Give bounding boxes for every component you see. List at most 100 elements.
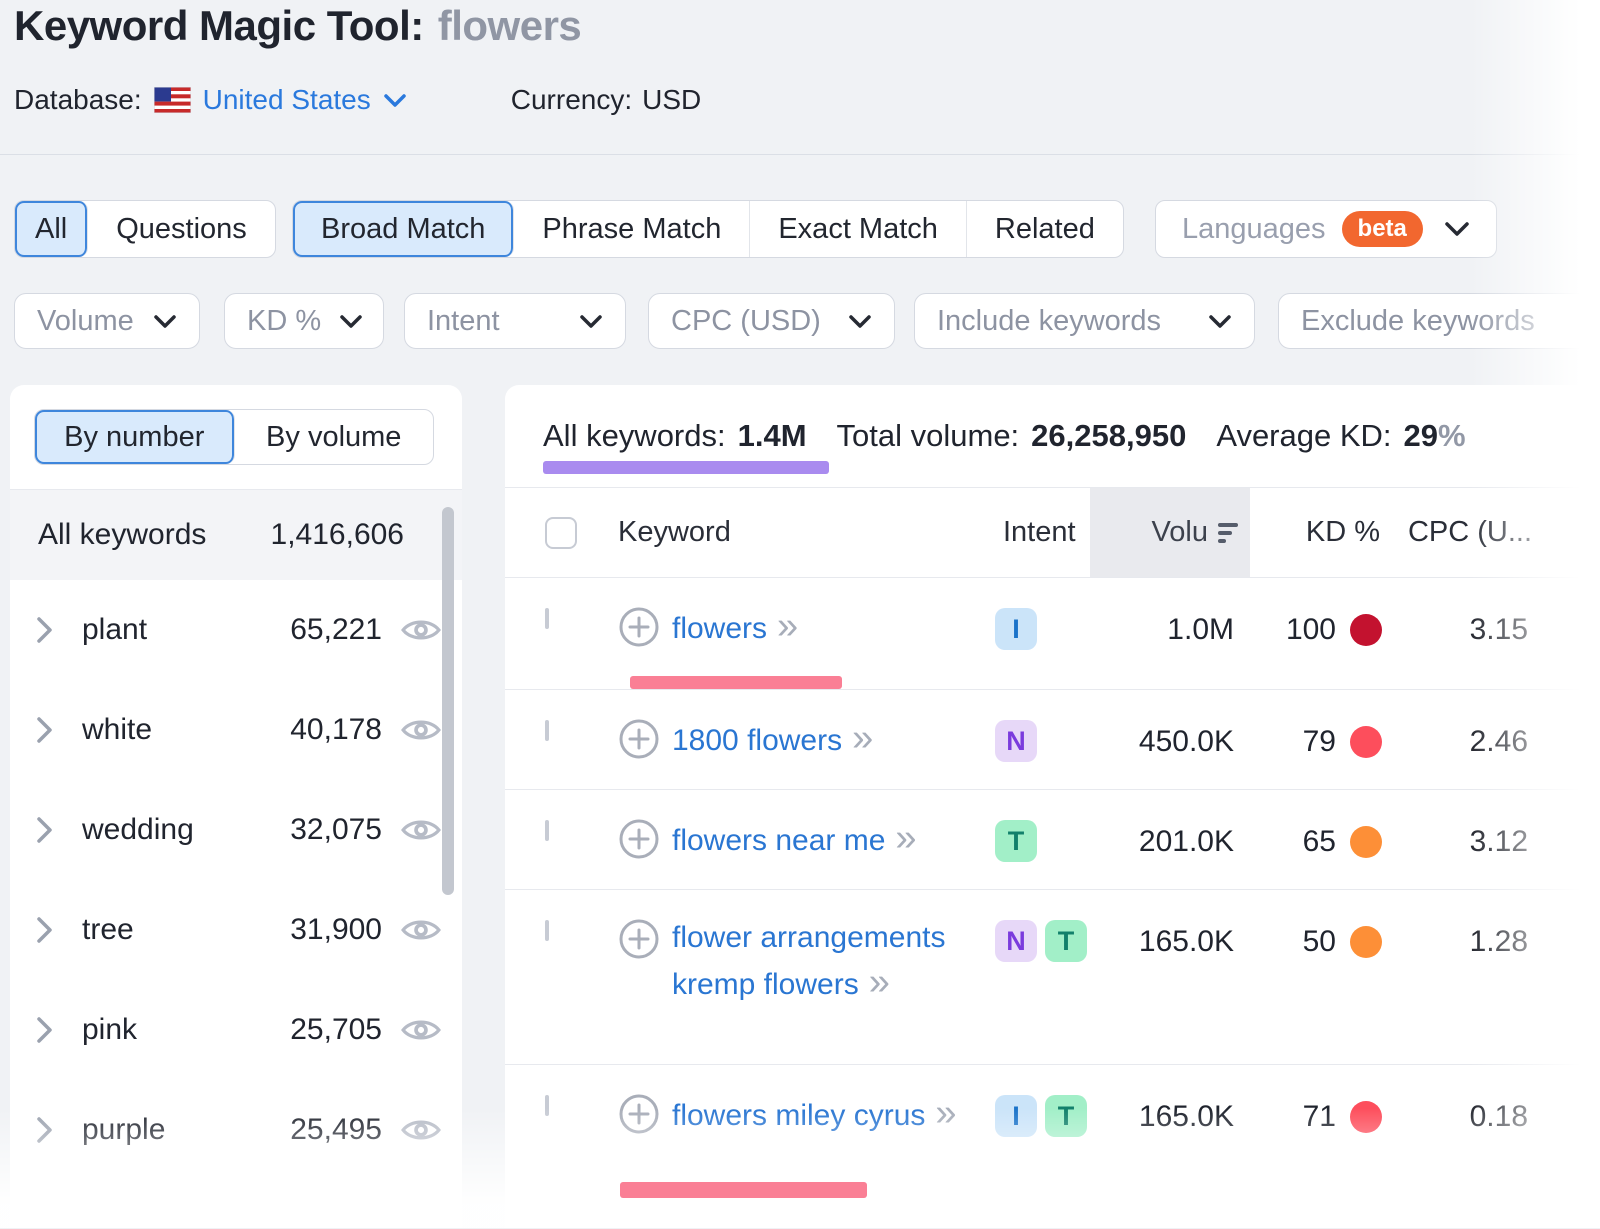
eye-icon[interactable] bbox=[400, 1015, 442, 1045]
column-header-kd[interactable]: KD % bbox=[1250, 488, 1390, 577]
chevron-down-icon bbox=[1208, 314, 1232, 329]
eye-icon[interactable] bbox=[400, 815, 442, 845]
chevron-right-icon[interactable] bbox=[36, 616, 56, 644]
intent-badge: N bbox=[995, 920, 1037, 962]
tab-questions[interactable]: Questions bbox=[88, 201, 275, 257]
sidebar-scrollbar-thumb[interactable] bbox=[442, 507, 454, 895]
tab-by-number[interactable]: By number bbox=[35, 410, 235, 464]
currency-label: Currency: bbox=[511, 84, 632, 116]
filter-exclude-keywords[interactable]: Exclude keywords bbox=[1278, 293, 1600, 349]
filter-exclude-label: Exclude keywords bbox=[1301, 305, 1535, 338]
row-checkbox[interactable] bbox=[545, 920, 549, 941]
languages-dropdown[interactable]: Languages beta bbox=[1155, 200, 1497, 258]
intent-badge: T bbox=[1045, 1095, 1087, 1137]
keyword-link[interactable]: flowers near me bbox=[672, 824, 885, 857]
open-keyword-icon[interactable]: » bbox=[869, 961, 888, 1003]
chevron-down-icon bbox=[1444, 221, 1470, 237]
filter-cpc[interactable]: CPC (USD) bbox=[648, 293, 895, 349]
column-header-keyword[interactable]: Keyword bbox=[618, 488, 965, 577]
keyword-link[interactable]: 1800 flowers bbox=[672, 724, 842, 757]
chevron-right-icon[interactable] bbox=[36, 716, 56, 744]
add-keyword-icon[interactable] bbox=[618, 818, 660, 863]
sidebar-item-plant[interactable]: plant 65,221 bbox=[10, 580, 462, 680]
group-count: 25,495 bbox=[290, 1113, 382, 1147]
database-selector[interactable]: United States bbox=[154, 84, 407, 116]
sidebar-item-wedding[interactable]: wedding 32,075 bbox=[10, 780, 462, 880]
column-header-kd-label: KD % bbox=[1306, 516, 1380, 549]
beta-badge: beta bbox=[1342, 211, 1423, 247]
filter-volume[interactable]: Volume bbox=[14, 293, 200, 349]
cpc-value: 2.46 bbox=[1390, 690, 1548, 764]
summary-all-keywords: All keywords: 1.4M bbox=[543, 418, 807, 454]
keyword-link[interactable]: flower arrangements kremp flowers bbox=[672, 921, 945, 1001]
open-keyword-icon[interactable]: » bbox=[935, 1092, 954, 1134]
column-header-intent[interactable]: Intent bbox=[965, 488, 1090, 577]
tab-by-volume[interactable]: By volume bbox=[235, 410, 434, 464]
kd-level-dot bbox=[1350, 926, 1382, 958]
add-keyword-icon[interactable] bbox=[618, 606, 660, 651]
sidebar-item-white[interactable]: white 40,178 bbox=[10, 680, 462, 780]
open-keyword-icon[interactable]: » bbox=[777, 605, 796, 647]
eye-icon[interactable] bbox=[400, 715, 442, 745]
tab-related[interactable]: Related bbox=[967, 201, 1123, 257]
chevron-right-icon[interactable] bbox=[36, 916, 56, 944]
intent-badge: N bbox=[995, 720, 1037, 762]
tab-exact-match[interactable]: Exact Match bbox=[750, 201, 967, 257]
filter-kd-label: KD % bbox=[247, 305, 321, 338]
cpc-value: 0.18 bbox=[1390, 1065, 1548, 1139]
filter-intent[interactable]: Intent bbox=[404, 293, 626, 349]
row-checkbox[interactable] bbox=[545, 820, 549, 841]
sidebar-item-all-keywords[interactable]: All keywords 1,416,606 bbox=[10, 490, 462, 580]
filter-include-keywords[interactable]: Include keywords bbox=[914, 293, 1255, 349]
keyword-highlight-underline bbox=[630, 676, 842, 689]
keyword-link[interactable]: flowers miley cyrus bbox=[672, 1099, 925, 1132]
row-checkbox[interactable] bbox=[545, 1095, 549, 1116]
kd-value: 71 bbox=[1303, 1095, 1336, 1139]
add-keyword-icon[interactable] bbox=[618, 918, 660, 1007]
chevron-down-icon bbox=[153, 314, 177, 329]
database-row: Database: United States Currency: USD bbox=[14, 84, 701, 116]
table-row: 1800 flowers » N 450.0K 79 2.46 bbox=[505, 689, 1600, 789]
column-header-volume-label: Volu bbox=[1152, 516, 1208, 549]
sidebar-item-pink[interactable]: pink 25,705 bbox=[10, 980, 462, 1080]
add-keyword-icon[interactable] bbox=[618, 718, 660, 763]
row-checkbox[interactable] bbox=[545, 720, 549, 741]
eye-icon[interactable] bbox=[400, 915, 442, 945]
column-header-volume[interactable]: Volu bbox=[1090, 488, 1250, 577]
cpc-value: 3.15 bbox=[1390, 578, 1548, 652]
row-checkbox[interactable] bbox=[545, 608, 549, 629]
sidebar-item-purple[interactable]: purple 25,495 bbox=[10, 1080, 462, 1180]
select-all-checkbox[interactable] bbox=[545, 517, 577, 549]
tab-phrase-match[interactable]: Phrase Match bbox=[514, 201, 750, 257]
kd-level-dot bbox=[1350, 726, 1382, 758]
table-row: flowers miley cyrus» I T 165.0K 71 0.18 bbox=[505, 1064, 1600, 1229]
tab-broad-match[interactable]: Broad Match bbox=[293, 201, 514, 257]
all-keywords-highlight-underline bbox=[543, 461, 829, 474]
open-keyword-icon[interactable]: » bbox=[852, 717, 871, 759]
volume-value: 450.0K bbox=[1090, 690, 1250, 764]
table-row: flower arrangements kremp flowers» N T 1… bbox=[505, 889, 1600, 1064]
chevron-right-icon[interactable] bbox=[36, 816, 56, 844]
eye-icon[interactable] bbox=[400, 615, 442, 645]
cpc-value: 3.12 bbox=[1390, 790, 1548, 864]
filter-include-label: Include keywords bbox=[937, 305, 1161, 338]
open-keyword-icon[interactable]: » bbox=[895, 817, 914, 859]
header-divider bbox=[0, 154, 1600, 155]
kd-value: 79 bbox=[1303, 720, 1336, 764]
sidebar-item-tree[interactable]: tree 31,900 bbox=[10, 880, 462, 980]
summary-all-keywords-label: All keywords: bbox=[543, 418, 726, 454]
keyword-link[interactable]: flowers bbox=[672, 612, 767, 645]
add-keyword-icon[interactable] bbox=[618, 1093, 660, 1138]
eye-icon[interactable] bbox=[400, 1115, 442, 1145]
filter-kd[interactable]: KD % bbox=[224, 293, 384, 349]
group-label: plant bbox=[82, 613, 147, 647]
group-label: wedding bbox=[82, 813, 194, 847]
chevron-right-icon[interactable] bbox=[36, 1016, 56, 1044]
tab-all[interactable]: All bbox=[15, 201, 88, 257]
chevron-right-icon[interactable] bbox=[36, 1116, 56, 1144]
kd-value: 100 bbox=[1286, 608, 1336, 652]
filter-cpc-label: CPC (USD) bbox=[671, 305, 821, 338]
kd-value: 65 bbox=[1303, 820, 1336, 864]
chevron-down-icon bbox=[383, 93, 407, 108]
column-header-cpc[interactable]: CPC (U... bbox=[1390, 488, 1548, 577]
